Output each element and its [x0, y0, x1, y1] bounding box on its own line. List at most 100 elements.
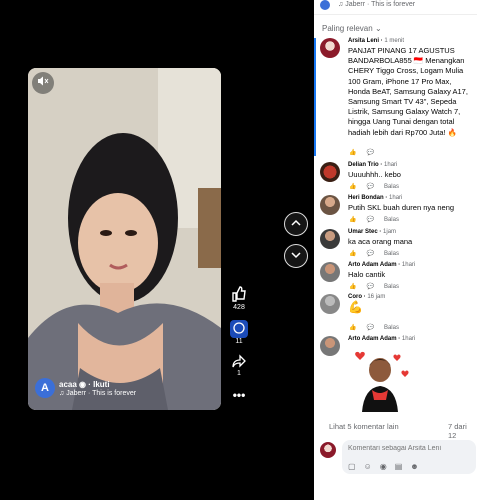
chevron-down-icon [291, 247, 301, 265]
comment-time: 1jam [383, 229, 397, 235]
emoji-icon[interactable]: ☺ [364, 462, 372, 471]
commenter-avatar[interactable] [320, 195, 340, 215]
comment-header: Heri Bondan · 1hari [348, 195, 403, 201]
chevron-up-icon [291, 215, 301, 233]
sticker-icon[interactable]: ▢ [348, 462, 356, 471]
comment-time: 16 jam [367, 294, 386, 300]
camera-icon[interactable]: ◉ [380, 462, 387, 471]
comment-text: 💪 [348, 300, 363, 314]
share-action[interactable]: 1 [228, 354, 250, 377]
comment-actions: 👍 💬 Balas [349, 324, 399, 332]
comment-time: 1 menit [384, 38, 405, 44]
like-action[interactable]: 428 [228, 286, 250, 311]
comment-header: Umar Stec · 1jam [348, 229, 397, 235]
comment-text: Putih SKL buah duren nya neng [348, 203, 455, 212]
comment-header: Arto Adam Adam · 1hari [348, 336, 416, 342]
comment-action[interactable]: 11 [228, 320, 250, 345]
comment-text: Halo cantik [348, 270, 386, 279]
comments-panel: ♫ Jaberr · This is forever Paling releva… [314, 0, 477, 500]
panel-top-bar: ♫ Jaberr · This is forever [314, 0, 477, 15]
comment-actions: 👍 💬 Balas [349, 216, 399, 224]
comment-actions: 👍 💬 [349, 149, 374, 156]
comment-item: Arto Adam Adam · 1hari [320, 336, 477, 414]
reply-icon[interactable]: 💬 [366, 149, 373, 156]
more-comments-link[interactable]: Lihat 5 komentar lain [329, 422, 399, 431]
like-reaction-icon[interactable]: 👍 [349, 216, 356, 223]
sort-label: Paling relevan [322, 24, 373, 33]
commenter-avatar[interactable] [320, 162, 340, 182]
reply-link[interactable]: Balas [384, 325, 399, 331]
comment-time: 1hari [389, 195, 403, 201]
uploader-line: acaa ◉ · Ikuti [59, 380, 110, 389]
like-reaction-icon[interactable]: 👍 [349, 183, 356, 190]
reply-icon[interactable]: 💬 [366, 216, 373, 223]
reply-link[interactable]: Balas [384, 284, 399, 290]
comment-text: Uuuuhhh.. kebo [348, 170, 401, 179]
commenter-avatar[interactable] [320, 336, 340, 356]
comment-time: 1hari [401, 336, 416, 342]
commenter-name[interactable]: Arto Adam Adam [348, 336, 397, 342]
comment-page-indicator: 7 dari 12 [448, 422, 467, 440]
comment-text: PANJAT PINANG 17 AGUSTUS BANDARBOLA855 🇮… [348, 46, 468, 137]
commenter-name[interactable]: Umar Stec [348, 229, 378, 235]
current-user-avatar [320, 442, 336, 458]
comment-actions: 👍 💬 Balas [349, 250, 399, 258]
like-reaction-icon[interactable]: 👍 [349, 283, 356, 290]
commenter-avatar[interactable] [320, 294, 340, 314]
commenter-avatar[interactable] [320, 262, 340, 282]
reply-link[interactable]: Balas [384, 217, 399, 223]
commenter-name[interactable]: Arto Adam Adam [348, 262, 397, 268]
thumbs-up-icon [231, 286, 247, 304]
smiley-icon[interactable]: ☻ [410, 462, 418, 471]
sort-dropdown[interactable]: Paling relevan ⌄ [322, 24, 382, 33]
video-player[interactable] [28, 68, 221, 410]
mute-button[interactable] [32, 72, 54, 94]
comment-time: 1hari [384, 162, 398, 168]
like-reaction-icon[interactable]: 👍 [349, 250, 356, 257]
comment-input-box[interactable]: ▢ ☺ ◉ ▤ ☻ [342, 440, 477, 474]
reply-link[interactable]: Balas [384, 251, 399, 257]
highlight-bar [314, 38, 316, 156]
music-label: Jaberr · This is forever [66, 390, 137, 397]
comment-input[interactable] [346, 444, 477, 453]
top-music-line[interactable]: ♫ Jaberr · This is forever [338, 1, 415, 8]
next-video-button[interactable] [284, 244, 308, 268]
share-count: 1 [237, 370, 241, 377]
commenter-name[interactable]: Delian Trio [348, 162, 379, 168]
reply-icon[interactable]: 💬 [366, 250, 373, 257]
comment-actions: 👍 💬 Balas [349, 283, 399, 291]
music-line[interactable]: ♫ Jaberr · This is forever [59, 390, 136, 397]
commenter-name[interactable]: Arsita Leni [348, 38, 379, 44]
previous-video-button[interactable] [284, 212, 308, 236]
share-arrow-icon [232, 354, 246, 370]
top-avatar[interactable] [320, 0, 330, 10]
commenter-name[interactable]: Heri Bondan [348, 195, 384, 201]
comment-header: Arsita Leni · 1 menit [348, 38, 405, 44]
reply-icon[interactable]: 💬 [366, 324, 373, 331]
uploader-name[interactable]: acaa [59, 380, 77, 389]
comment-text: ka aca orang mana [348, 237, 413, 246]
avatar-sticker [348, 346, 412, 412]
reply-icon[interactable]: 💬 [366, 283, 373, 290]
comment-actions: 👍 💬 Balas [349, 183, 399, 191]
chevron-down-icon: ⌄ [374, 24, 382, 33]
reply-link[interactable]: Balas [384, 184, 399, 190]
verified-icon: ◉ · [79, 380, 94, 389]
uploader-avatar[interactable]: A [35, 378, 55, 398]
more-options-icon[interactable]: ••• [228, 388, 250, 402]
speaker-muted-icon [37, 74, 49, 92]
like-reaction-icon[interactable]: 👍 [349, 324, 356, 331]
comment-count: 11 [235, 338, 243, 345]
like-count: 428 [233, 304, 245, 311]
comment-header: Delian Trio · 1hari [348, 162, 398, 168]
gif-icon[interactable]: ▤ [395, 462, 403, 471]
comment-bubble-icon [230, 320, 248, 338]
like-reaction-icon[interactable]: 👍 [349, 149, 356, 156]
reply-icon[interactable]: 💬 [366, 183, 373, 190]
commenter-avatar[interactable] [320, 38, 340, 58]
follow-link[interactable]: Ikuti [93, 380, 109, 389]
video-area: A acaa ◉ · Ikuti ♫ Jaberr · This is fore… [0, 0, 313, 500]
input-toolbar: ▢ ☺ ◉ ▤ ☻ [348, 462, 419, 471]
commenter-avatar[interactable] [320, 229, 340, 249]
comment-item: Arsita Leni · 1 menit PANJAT PINANG 17 A… [320, 38, 477, 163]
